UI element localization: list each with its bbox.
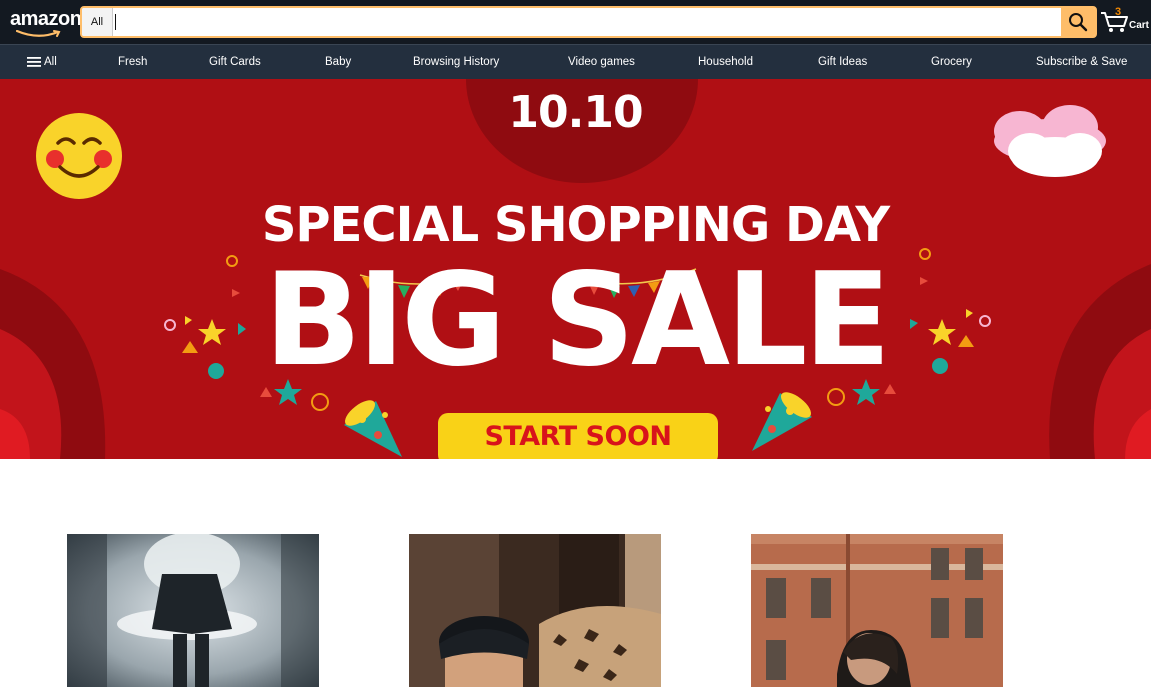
cart-button[interactable]: 3 Cart xyxy=(1100,6,1151,38)
banner-headline: SPECIAL SHOPPING DAY xyxy=(261,197,890,253)
nav-item-gift-cards[interactable]: Gift Cards xyxy=(209,45,261,79)
street-woman-image xyxy=(751,534,1003,687)
nav-item-video-games[interactable]: Video games xyxy=(568,45,635,79)
promo-banner[interactable]: 10.10 SPECIAL SHOPPING DAY BIG SALE STAR… xyxy=(0,79,1151,459)
top-header: amazon All 3 Cart xyxy=(0,0,1151,44)
nav-item-grocery[interactable]: Grocery xyxy=(931,45,972,79)
product-image-3[interactable] xyxy=(751,534,1003,687)
logo-text: amazon xyxy=(10,8,82,30)
party-popper-right xyxy=(752,392,812,451)
all-menu-button[interactable]: All xyxy=(27,45,57,79)
search-icon xyxy=(1069,13,1088,32)
product-image-1[interactable] xyxy=(67,534,319,687)
all-menu-label: All xyxy=(44,56,57,68)
start-soon-button[interactable]: START SOON xyxy=(438,413,718,459)
search-bar: All xyxy=(80,6,1097,38)
party-popper-left xyxy=(344,400,402,457)
search-button[interactable] xyxy=(1061,8,1095,36)
portrait-turban-image xyxy=(409,534,661,687)
banner-date: 10.10 xyxy=(508,87,643,138)
nav-item-subscribe-save[interactable]: Subscribe & Save xyxy=(1036,45,1127,79)
product-image-2[interactable] xyxy=(409,534,661,687)
smoke-figure-image xyxy=(67,534,319,687)
text-cursor xyxy=(115,14,116,30)
nav-item-fresh[interactable]: Fresh xyxy=(118,45,147,79)
nav-item-baby[interactable]: Baby xyxy=(325,45,351,79)
amazon-logo[interactable]: amazon xyxy=(6,4,82,40)
search-input[interactable] xyxy=(115,8,1061,36)
nav-item-browsing-history[interactable]: Browsing History xyxy=(413,45,499,79)
banner-big-sale: BIG SALE xyxy=(263,246,891,395)
search-category-dropdown[interactable]: All xyxy=(82,8,113,36)
cart-count: 3 xyxy=(1115,6,1122,18)
nav-item-gift-ideas[interactable]: Gift Ideas xyxy=(818,45,867,79)
hamburger-icon xyxy=(27,57,41,67)
nav-bar: All Fresh Gift Cards Baby Browsing Histo… xyxy=(0,44,1151,79)
cart-label: Cart xyxy=(1129,20,1150,31)
nav-item-household[interactable]: Household xyxy=(698,45,753,79)
logo-smile-icon xyxy=(16,30,61,37)
